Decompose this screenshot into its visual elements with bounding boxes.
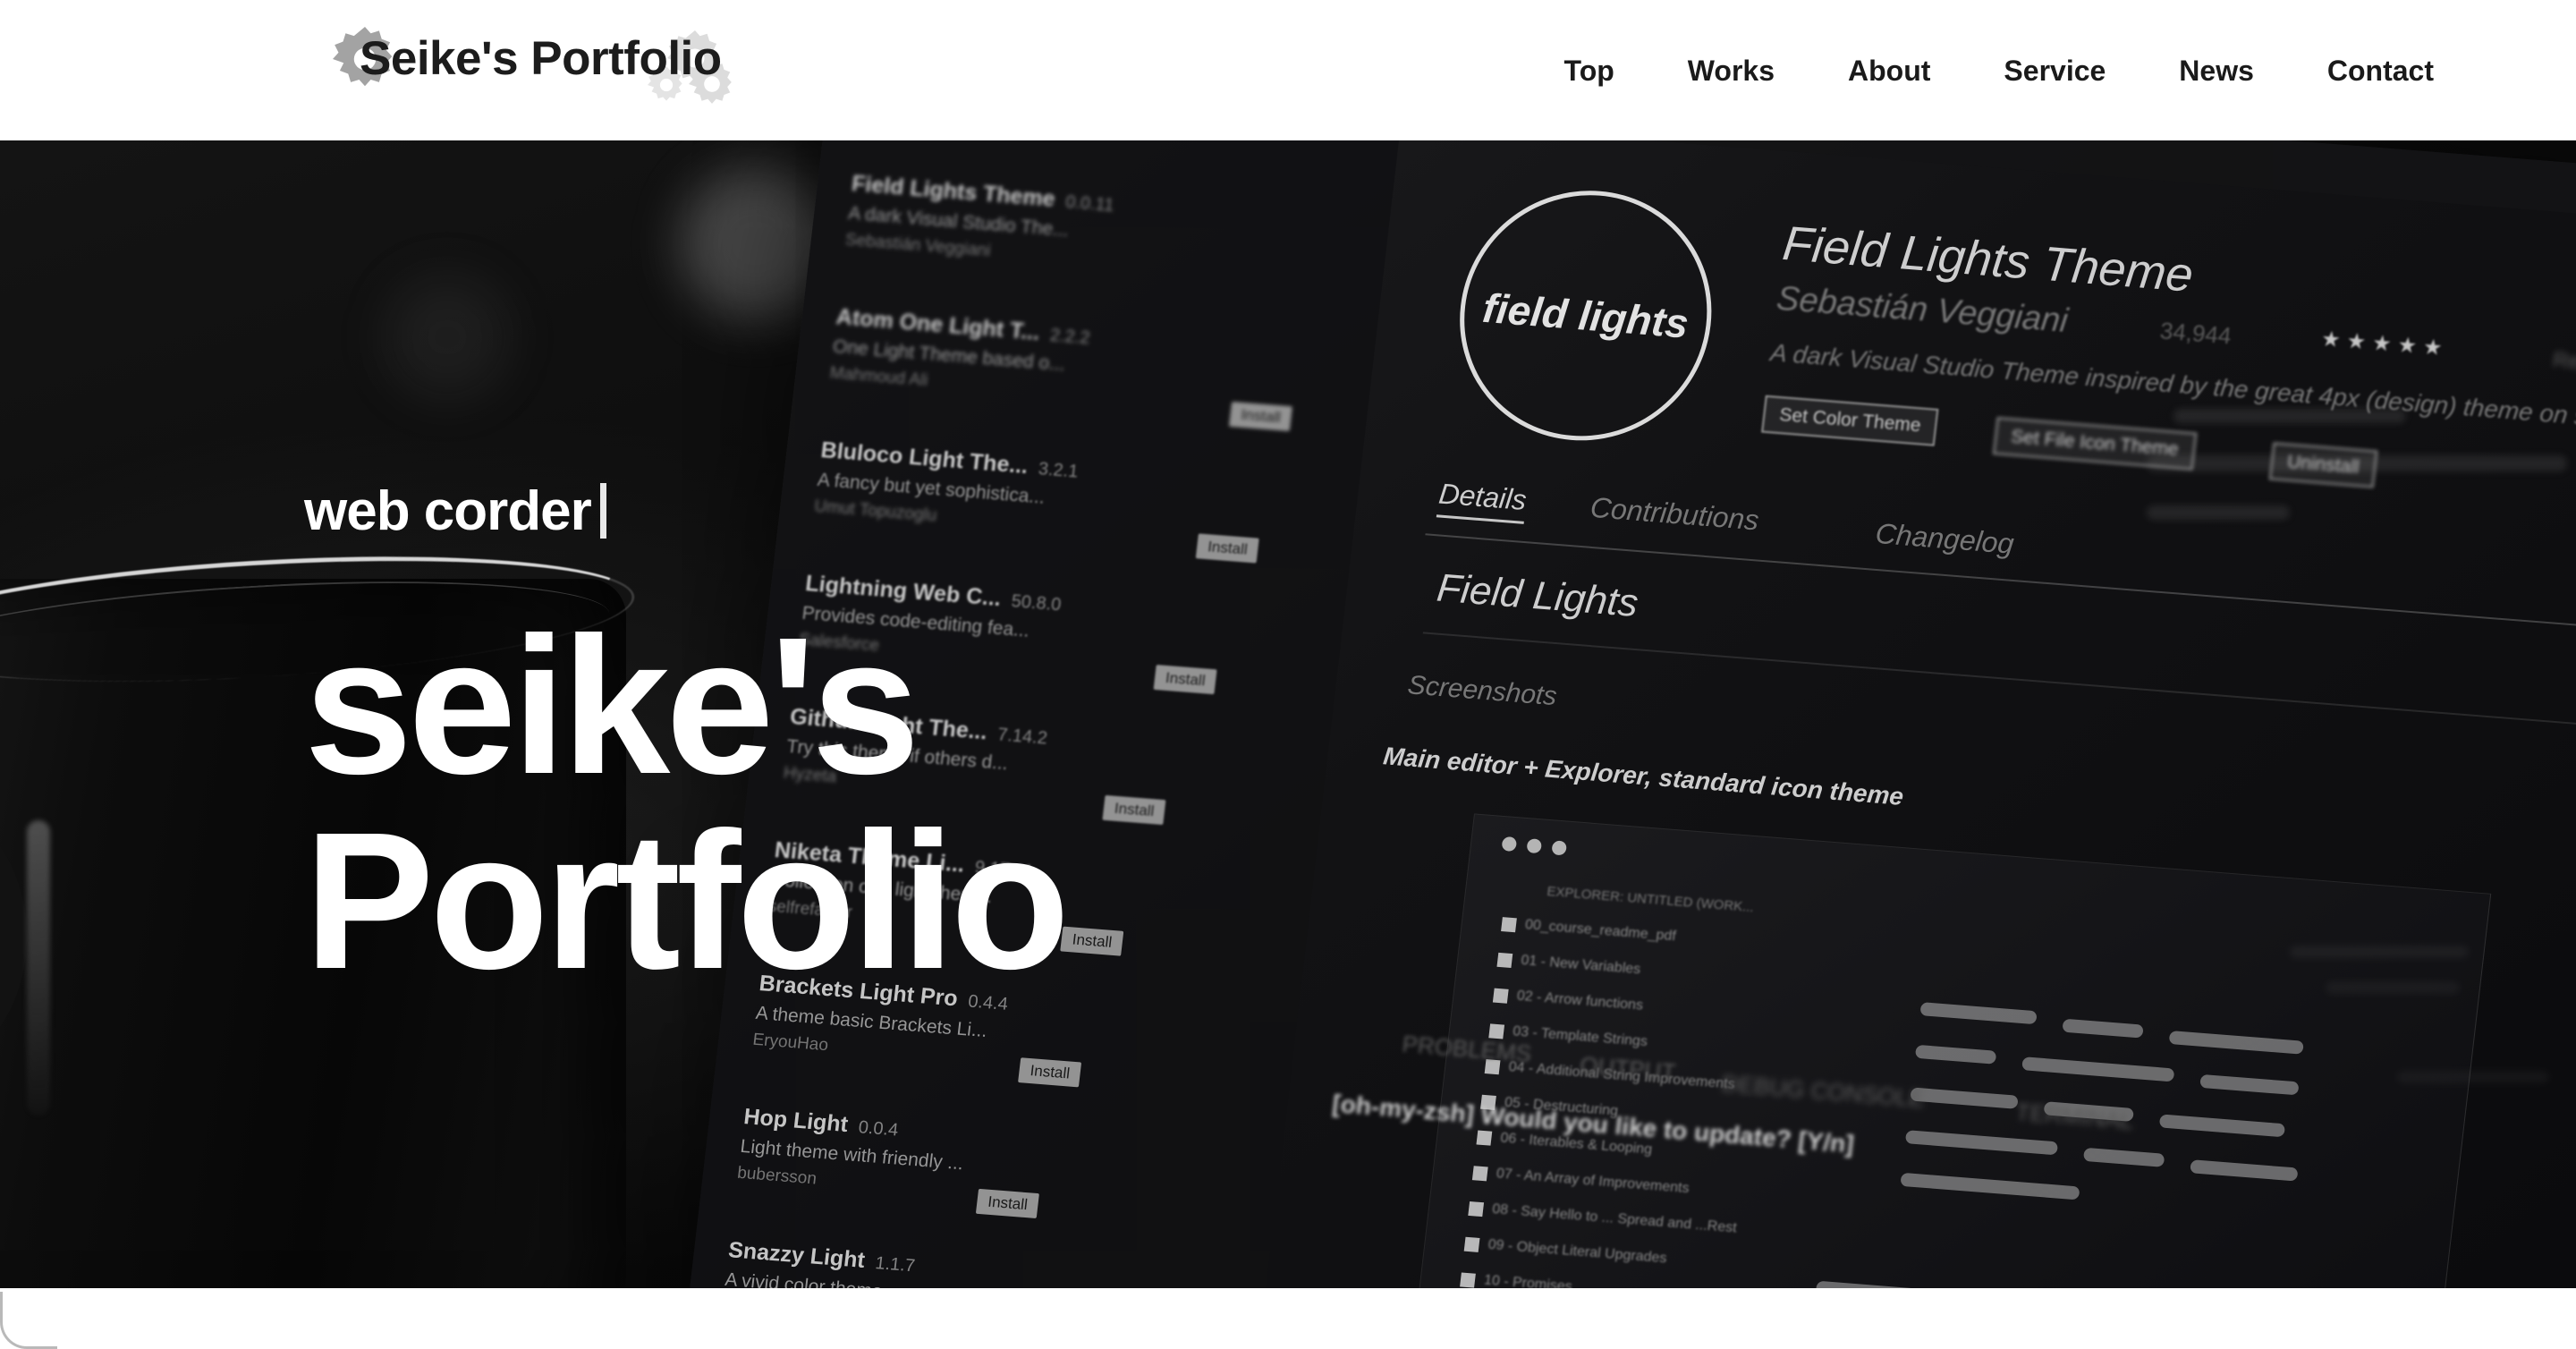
hero-title-line-2: Portfolio — [304, 793, 1070, 1010]
site-logo[interactable]: Seike's Portfolio — [333, 25, 762, 115]
hero-title-line-1: seike's — [304, 598, 920, 815]
blurred-text-streak — [2397, 1071, 2549, 1083]
extension-version: 3.2.1 — [1037, 459, 1080, 482]
tree-item[interactable]: 08 - Say Hello to ... Spread and ...Rest — [1491, 1201, 1737, 1236]
install-button[interactable]: Install — [1153, 665, 1218, 695]
install-count: 34,944 — [2158, 317, 2233, 350]
nav-link-about[interactable]: About — [1811, 53, 1967, 89]
nav-link-top[interactable]: Top — [1528, 53, 1651, 89]
typing-cursor — [599, 483, 606, 539]
site-logo-text: Seike's Portfolio — [360, 32, 722, 85]
tree-item[interactable]: 02 - Arrow functions — [1516, 988, 1644, 1014]
list-item[interactable]: Bluloco Light The... 3.2.1 A fancy but ye… — [813, 437, 1358, 564]
blurred-text-streak — [2147, 505, 2290, 520]
nav-link-contact[interactable]: Contact — [2291, 53, 2470, 89]
window-dot — [1526, 838, 1543, 854]
extension-version: 0.0.11 — [1064, 191, 1115, 216]
panel-tab-output[interactable]: OUTPUT — [1579, 1051, 1677, 1085]
list-item[interactable]: Hop Light 0.0.4 Light theme with friendly… — [736, 1104, 1281, 1226]
nav-link-news[interactable]: News — [2142, 53, 2291, 89]
screenshots-label: Screenshots — [1406, 670, 1559, 712]
list-item[interactable]: Atom One Light T... 2.2.2 One Light Theme… — [828, 304, 1373, 432]
nav-link-works[interactable]: Works — [1651, 53, 1811, 89]
tab-details[interactable]: Details — [1436, 478, 1529, 524]
install-button[interactable]: Install — [1195, 533, 1260, 564]
blurred-text-streak — [2290, 946, 2469, 958]
site-header: Seike's Portfolio Top Works About Servic… — [0, 0, 2576, 140]
hero-eyebrow: web corder — [304, 479, 606, 545]
extension-name: Snazzy Light — [726, 1237, 867, 1273]
extension-logo-text: field lights — [1480, 284, 1691, 347]
install-button[interactable]: Install — [975, 1188, 1040, 1219]
below-hero-section — [0, 1288, 2576, 1349]
page-title: seike's Portfolio — [304, 598, 1070, 1010]
extension-name: Hop Light — [742, 1104, 850, 1138]
mug-gloss-highlight — [27, 820, 50, 1116]
extension-version: 1.1.7 — [874, 1253, 917, 1277]
blurred-text-streak — [2326, 981, 2460, 994]
hero-eyebrow-text: web corder — [304, 480, 592, 542]
explorer-title: EXPLORER: UNTITLED (WORK... — [1546, 884, 1755, 916]
extension-version: 0.0.4 — [857, 1117, 900, 1141]
nav-link-service[interactable]: Service — [1967, 53, 2142, 89]
install-button[interactable]: Install — [1060, 926, 1124, 956]
list-item[interactable]: Field Lights Theme 0.0.11 A dark Visual S… — [844, 171, 1389, 293]
tree-item[interactable]: 07 - An Array of Improvements — [1496, 1166, 1690, 1197]
extension-author: Sebastián Veggiani — [1775, 279, 2071, 340]
screenshot-caption: Main editor + Explorer, standard icon th… — [1381, 742, 1905, 810]
hero-section: Extension: Field Lights Theme × field li… — [0, 140, 2576, 1288]
detail-section-title: Field Lights — [1434, 565, 1641, 625]
repository-link[interactable]: Repository — [2552, 348, 2576, 380]
extension-desc: A vivid color theme ... — [724, 1268, 905, 1288]
tree-item[interactable]: 00_course_readme_pdf — [1524, 917, 1677, 945]
bokeh-light — [385, 275, 510, 400]
main-navigation: Top Works About Service News Contact — [1528, 0, 2470, 140]
blurred-text-streak — [2147, 455, 2567, 471]
tree-item[interactable]: 01 - New Variables — [1520, 953, 1642, 978]
divider — [1422, 632, 2576, 735]
install-button[interactable]: Install — [1102, 794, 1166, 826]
extension-version: 2.2.2 — [1048, 325, 1091, 349]
tree-item[interactable]: 09 - Object Literal Upgrades — [1487, 1237, 1668, 1268]
extension-detail-pane: field lights Field Lights Theme Sebastiá… — [1258, 140, 2576, 1288]
rating-stars: ★★★★★ — [2319, 327, 2451, 361]
blurred-text-streak — [2174, 409, 2406, 423]
window-dot — [1501, 836, 1518, 853]
install-button[interactable]: Install — [1018, 1057, 1082, 1088]
install-button[interactable]: Install — [1228, 401, 1293, 432]
set-color-theme-button[interactable]: Set Color Theme — [1761, 395, 1939, 446]
screenshot-image: EXPLORER: UNTITLED (WORK... 00_course_re… — [1402, 813, 2492, 1288]
tab-changelog[interactable]: Changelog — [1874, 517, 2016, 560]
tree-item[interactable]: 10 - Promises — [1483, 1273, 1572, 1288]
tab-contributions[interactable]: Contributions — [1589, 491, 1760, 537]
list-item[interactable]: Snazzy Light 1.1.7 A vivid color theme ..… — [721, 1237, 1266, 1288]
window-dot — [1551, 840, 1568, 856]
extension-logo: field lights — [1446, 181, 1725, 450]
viewport-corner — [0, 1292, 57, 1349]
tree-item[interactable]: 03 - Template Strings — [1512, 1023, 1648, 1050]
